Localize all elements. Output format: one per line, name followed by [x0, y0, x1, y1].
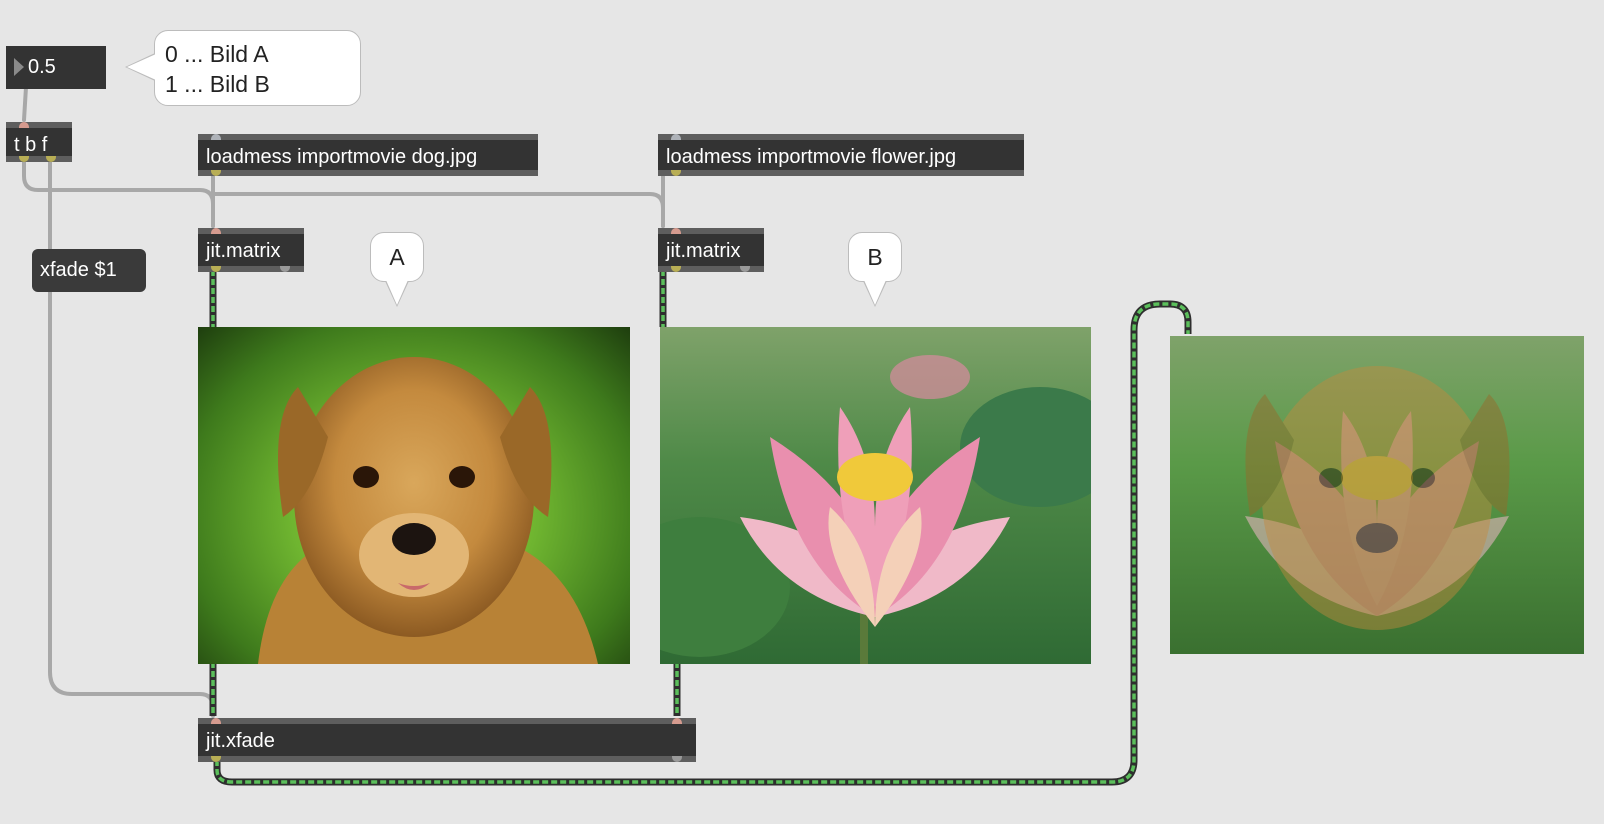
dog-picture [258, 357, 598, 664]
jit-matrix-b-inlet[interactable] [671, 228, 681, 234]
jit-xfade-outlet-matrix[interactable] [211, 756, 221, 762]
loadmess-dog-outlet[interactable] [211, 170, 221, 176]
jit-matrix-a-label: jit.matrix [206, 240, 281, 262]
number-box-value: 0.5 [28, 56, 56, 78]
flower-picture [660, 355, 1091, 664]
jit-matrix-b-outlet-dump[interactable] [740, 266, 750, 272]
patcher-canvas: 0.5 0 ... Bild A 1 ... Bild B t b f load… [0, 0, 1604, 824]
cord-numbox-to-trigger [22, 85, 28, 122]
loadmess-dog-object[interactable]: loadmess importmovie dog.jpg [198, 134, 538, 176]
float-number-box[interactable]: 0.5 [6, 46, 106, 89]
trigger-inlet[interactable] [19, 122, 29, 128]
number-box-triangle-icon [14, 58, 24, 76]
jit-pwindow-flower-image [660, 327, 1091, 664]
jit-xfade-object[interactable]: jit.xfade [198, 718, 696, 762]
jit-matrix-a-outlet-matrix[interactable] [211, 266, 221, 272]
xfade-message-label: xfade $1 [40, 259, 117, 281]
crossfade-picture [1245, 366, 1510, 630]
jit-pwindow-dog-image [198, 327, 630, 664]
xfade-message-box[interactable]: xfade $1 [32, 249, 146, 292]
fade-comment-line-1: 0 ... Bild A [165, 41, 269, 67]
label-b-bubble: B [848, 232, 902, 307]
loadmess-dog-inlet[interactable] [211, 134, 221, 140]
loadmess-dog-label: loadmess importmovie dog.jpg [206, 146, 478, 168]
jit-matrix-b-label: jit.matrix [666, 240, 741, 262]
trigger-outlet-bang[interactable] [19, 156, 29, 162]
label-a-bubble: A [370, 232, 424, 307]
trigger-outlet-float[interactable] [46, 156, 56, 162]
fade-comment-line-2: 1 ... Bild B [165, 71, 270, 97]
jit-xfade-inlet-right[interactable] [672, 718, 682, 724]
cord-trigger-bang-to-matrix-b [211, 192, 665, 228]
jit-xfade-inlet-left[interactable] [211, 718, 221, 724]
loadmess-flower-label: loadmess importmovie flower.jpg [666, 146, 957, 168]
trigger-label: t b f [14, 134, 48, 156]
jit-xfade-outlet-dump[interactable] [672, 756, 682, 762]
fade-comment-bubble: 0 ... Bild A 1 ... Bild B [125, 30, 361, 106]
jit-pwindow-crossfade-output [1170, 336, 1584, 654]
loadmess-flower-object[interactable]: loadmess importmovie flower.jpg [658, 134, 1024, 176]
label-b-text: B [867, 244, 883, 270]
cord-trigger-bang-to-matrix-a [22, 158, 215, 228]
loadmess-flower-inlet[interactable] [671, 134, 681, 140]
jit-matrix-a-outlet-dump[interactable] [280, 266, 290, 272]
trigger-object[interactable]: t b f [6, 122, 72, 162]
jit-matrix-a-object[interactable]: jit.matrix [198, 228, 304, 272]
label-a-text: A [389, 244, 405, 270]
jit-matrix-b-object[interactable]: jit.matrix [658, 228, 764, 272]
loadmess-flower-outlet[interactable] [671, 170, 681, 176]
cord-trigger-float-to-xfade [48, 158, 215, 718]
jit-matrix-b-outlet-matrix[interactable] [671, 266, 681, 272]
jit-matrix-a-inlet[interactable] [211, 228, 221, 234]
jit-xfade-label: jit.xfade [206, 730, 275, 752]
